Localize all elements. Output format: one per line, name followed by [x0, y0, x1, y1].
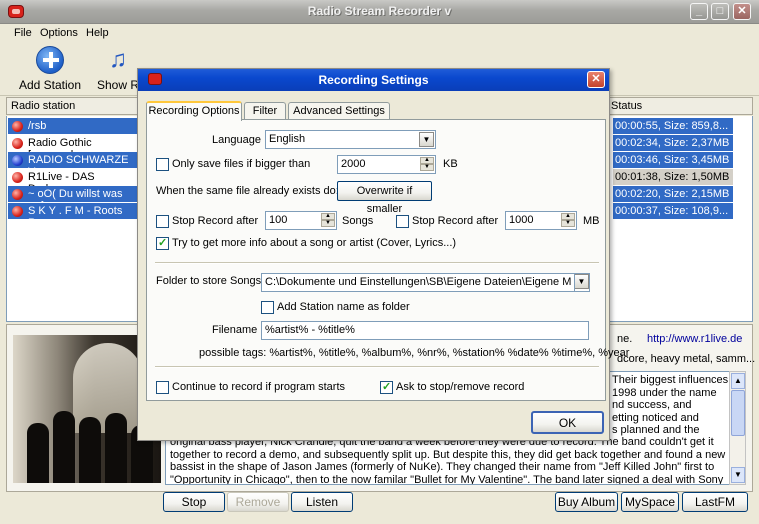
main-window: Radio Stream Recorder v _ □ ✕ File Optio…	[0, 0, 759, 524]
continue-record-checkbox[interactable]	[156, 381, 169, 394]
stop-after-songs-checkbox[interactable]	[156, 215, 169, 228]
add-station-button[interactable]: Add Station	[18, 44, 82, 92]
exists-label: When the same file already exists do:	[156, 185, 339, 197]
only-save-size-input[interactable]: 2000 ▲ ▼	[337, 155, 436, 174]
list-item-status: 00:03:46, Size: 3,45MB	[613, 152, 733, 168]
scroll-thumb[interactable]	[731, 390, 745, 436]
list-item-status: 00:02:34, Size: 2,37MB	[613, 135, 733, 151]
menu-options[interactable]: Options	[40, 27, 78, 39]
language-select[interactable]: English ▼	[265, 130, 436, 149]
list-item-status: 00:00:37, Size: 108,9...	[613, 203, 733, 219]
ok-button[interactable]: OK	[531, 411, 604, 434]
minimize-button[interactable]: _	[690, 3, 708, 20]
add-station-folder-label: Add Station name as folder	[277, 301, 410, 313]
add-station-folder-checkbox[interactable]	[261, 301, 274, 314]
more-info-checkbox[interactable]	[156, 236, 169, 250]
songs-unit: Songs	[342, 215, 374, 227]
list-item[interactable]: /rsb	[8, 118, 138, 134]
more-info-label: Try to get more info about a song or art…	[172, 237, 457, 249]
genre-text: dcore, heavy metal, samm...	[617, 353, 756, 365]
lastfm-button[interactable]: LastFM	[682, 492, 748, 512]
dialog-title: Recording Settings	[318, 73, 429, 87]
folder-label: Folder to store Songs	[156, 275, 262, 287]
record-icon	[12, 138, 23, 149]
remove-button[interactable]: Remove	[227, 492, 289, 512]
description-scrollbar[interactable]: ▲ ▼	[729, 371, 746, 485]
filename-label: Filename	[212, 324, 258, 336]
divider	[155, 262, 599, 264]
ask-stop-label: Ask to stop/remove record	[396, 381, 525, 393]
add-icon	[36, 46, 64, 74]
station-url-link[interactable]: http://www.r1live.de	[647, 333, 742, 345]
buy-album-button[interactable]: Buy Album	[555, 492, 618, 512]
language-label: Language	[212, 134, 261, 146]
chevron-down-icon[interactable]: ▼	[419, 132, 434, 147]
show-label: Show R	[96, 78, 140, 92]
folder-dropdown[interactable]: ▼	[574, 273, 590, 292]
only-save-unit: KB	[443, 158, 458, 170]
menu-file[interactable]: File	[14, 27, 32, 39]
spinner-icon[interactable]: ▲ ▼	[561, 213, 575, 228]
tab-filter[interactable]: Filter	[244, 102, 286, 120]
stop-button[interactable]: Stop	[163, 492, 225, 512]
ask-stop-checkbox[interactable]	[380, 380, 393, 394]
music-note-icon: ♫	[109, 46, 127, 73]
list-item[interactable]: ~ oO( Du willst was auf	[8, 186, 138, 212]
scroll-down-icon[interactable]: ▼	[731, 467, 745, 483]
record-icon	[12, 121, 23, 132]
list-item-status: 00:00:55, Size: 859,8...	[613, 118, 733, 134]
recording-options-panel: Language English ▼ Only save files if bi…	[146, 119, 629, 401]
stop-after-mb-input[interactable]: 1000 ▲ ▼	[505, 211, 577, 230]
divider	[155, 366, 599, 368]
chevron-down-icon[interactable]: ▼	[575, 274, 589, 289]
spinner-icon[interactable]: ▲ ▼	[321, 213, 335, 228]
record-icon	[12, 189, 23, 200]
folder-input[interactable]: C:\Dokumente und Einstellungen\SB\Eigene…	[261, 273, 589, 292]
url-prefix: ne.	[617, 333, 633, 345]
list-item[interactable]: R1Live - DAS Darkwav	[8, 169, 138, 195]
overwrite-mode-button[interactable]: Overwrite if smaller	[337, 181, 432, 215]
maximize-button[interactable]: □	[711, 3, 729, 20]
only-save-checkbox[interactable]	[156, 158, 169, 171]
dialog-close-button[interactable]: ✕	[587, 71, 605, 88]
record-icon	[12, 172, 23, 183]
show-button[interactable]: ♫ Show R	[96, 44, 140, 92]
record-icon	[12, 155, 23, 166]
title-bar: Radio Stream Recorder v _ □ ✕	[0, 0, 759, 24]
stop-after-mb-label: Stop Record after	[412, 215, 499, 227]
list-item[interactable]: RADIO SCHWARZE V	[8, 152, 138, 178]
record-icon	[12, 206, 23, 217]
stop-after-songs-label: Stop Record after	[172, 215, 259, 227]
myspace-button[interactable]: MySpace	[621, 492, 679, 512]
tab-recording-options[interactable]: Recording Options	[146, 101, 242, 121]
stop-after-songs-input[interactable]: 100 ▲ ▼	[265, 211, 337, 230]
menu-help[interactable]: Help	[86, 27, 109, 39]
listen-button[interactable]: Listen	[291, 492, 353, 512]
close-button[interactable]: ✕	[733, 3, 751, 20]
spinner-icon[interactable]: ▲ ▼	[420, 157, 434, 172]
add-station-label: Add Station	[18, 78, 82, 92]
continue-record-label: Continue to record if program starts	[172, 381, 346, 393]
column-status[interactable]: Status	[611, 100, 642, 112]
column-radio-station[interactable]: Radio station	[11, 100, 75, 112]
only-save-label: Only save files if bigger than	[172, 158, 311, 170]
filename-input[interactable]: %artist% - %title%	[261, 321, 589, 340]
window-title: Radio Stream Recorder v	[307, 4, 452, 18]
list-item-status: 00:01:38, Size: 1,50MB	[613, 169, 733, 185]
dialog-title-bar: Recording Settings ✕	[138, 69, 609, 91]
list-item[interactable]: S K Y . F M - Roots Re	[8, 203, 138, 229]
stop-after-mb-checkbox[interactable]	[396, 215, 409, 228]
menu-bar: File Options Help	[0, 25, 759, 43]
list-item-status: 00:02:20, Size: 2,15MB	[613, 186, 733, 202]
scroll-up-icon[interactable]: ▲	[731, 373, 745, 389]
tab-advanced-settings[interactable]: Advanced Settings	[288, 102, 390, 120]
mb-unit: MB	[583, 215, 600, 227]
list-item[interactable]: Radio Gothic [www.rad	[8, 135, 138, 161]
recording-settings-dialog: Recording Settings ✕ Recording Options F…	[137, 68, 629, 441]
possible-tags-text: possible tags: %artist%, %title%, %album…	[199, 347, 630, 359]
